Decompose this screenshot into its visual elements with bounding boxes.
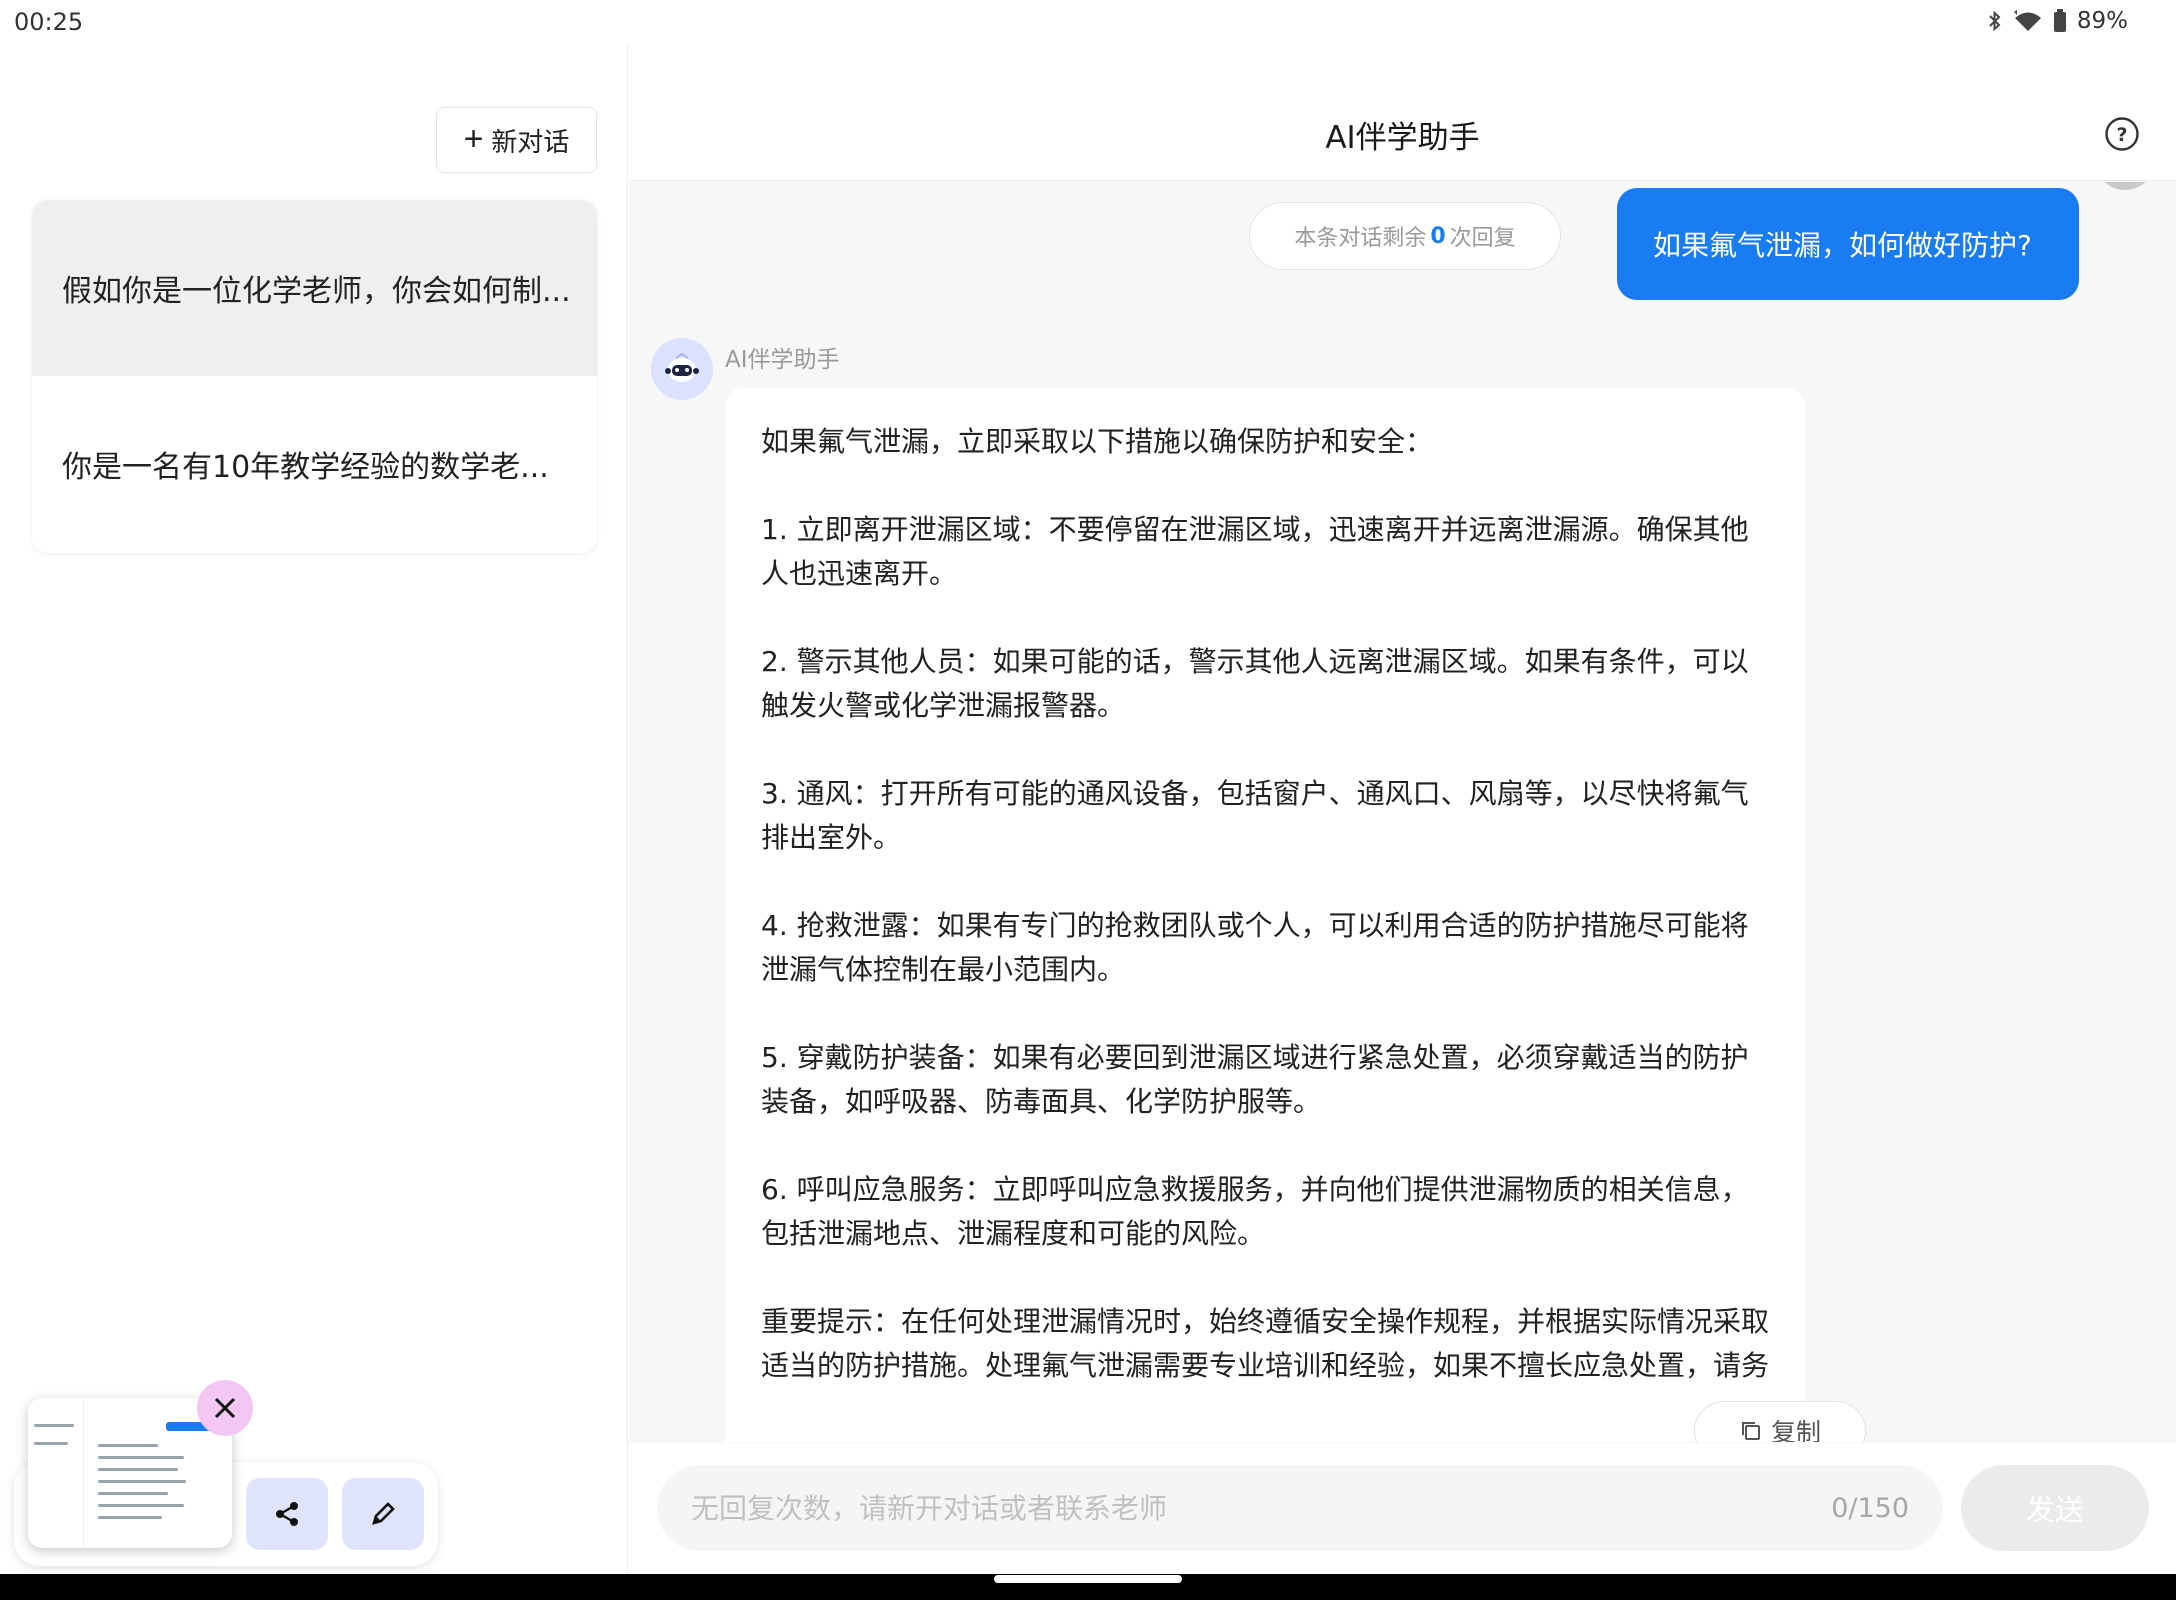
share-button[interactable] — [246, 1478, 328, 1550]
bot-avatar — [651, 338, 713, 400]
edit-button[interactable] — [342, 1478, 424, 1550]
message-list[interactable]: 本条对话剩余 0 次回复 如果氟气泄漏，如何做好防护? AI伴学助手 如果氟气泄漏，… — [629, 182, 2176, 1442]
plus-icon: + — [463, 119, 484, 158]
composer: 0/150 发送 — [629, 1443, 2176, 1574]
new-chat-label: 新对话 — [491, 126, 570, 157]
answer-paragraph: 3. 通风：打开所有可能的通风设备，包括窗户、通风口、风扇等，以尽快将氟气排出室… — [761, 777, 1749, 854]
copy-button[interactable]: 复制 — [1694, 1401, 1866, 1442]
thumbnail-line — [98, 1468, 178, 1471]
answer-paragraph: 如果氟气泄漏，立即采取以下措施以确保防护和安全： — [761, 425, 1434, 458]
user-message-text: 如果氟气泄漏，如何做好防护? — [1653, 229, 2032, 262]
user-message-bubble: 如果氟气泄漏，如何做好防护? — [1617, 188, 2079, 300]
close-thumbnail-button[interactable] — [197, 1380, 253, 1436]
send-button[interactable]: 发送 — [1961, 1465, 2149, 1551]
message-input[interactable] — [691, 1491, 1691, 1525]
page-title: AI伴学助手 — [1325, 120, 1480, 156]
robot-icon — [665, 352, 699, 382]
new-chat-button[interactable]: + 新对话 — [436, 107, 597, 173]
share-icon — [276, 1502, 298, 1526]
status-time: 00:25 — [14, 8, 84, 36]
close-icon — [214, 1397, 236, 1419]
chat-history-list: 假如你是一位化学老师，你会如何制... 你是一名有10年教学经验的数学老... — [32, 200, 597, 553]
message-input-wrapper: 0/150 — [657, 1465, 1943, 1551]
history-item[interactable]: 你是一名有10年教学经验的数学老... — [32, 376, 597, 552]
thumbnail-line — [98, 1444, 158, 1447]
history-item-title: 你是一名有10年教学经验的数学老... — [62, 450, 549, 485]
remaining-count: 0 — [1430, 223, 1446, 249]
top-bar: AI伴学助手 ? — [629, 44, 2176, 181]
system-nav-bar — [0, 1574, 2176, 1600]
copy-label: 复制 — [1770, 1418, 1821, 1442]
bluetooth-icon — [1987, 9, 2003, 33]
char-counter: 0/150 — [1831, 1492, 1909, 1524]
answer-paragraph: 2. 警示其他人员：如果可能的话，警示其他人远离泄漏区域。如果有条件，可以触发火… — [761, 645, 1749, 722]
history-item-title: 假如你是一位化学老师，你会如何制... — [62, 274, 571, 309]
help-icon: ? — [2105, 117, 2139, 151]
answer-paragraph: 重要提示：在任何处理泄漏情况时，始终遵循安全操作规程，并根据实际情况采取适当的防… — [761, 1305, 1770, 1382]
thumbnail-line — [98, 1456, 184, 1459]
status-bar: 00:25 89% — [0, 0, 2176, 44]
answer-paragraph: 6. 呼叫应急服务：立即呼叫应急救援服务，并向他们提供泄漏物质的相关信息，包括泄… — [761, 1173, 1749, 1250]
history-item[interactable]: 假如你是一位化学老师，你会如何制... — [32, 200, 597, 376]
answer-paragraph: 5. 穿戴防护装备：如果有必要回到泄漏区域进行紧急处置，必须穿戴适当的防护装备，… — [761, 1041, 1749, 1118]
thumbnail-line — [34, 1424, 74, 1427]
home-handle[interactable] — [994, 1575, 1182, 1583]
sidebar: + 新对话 假如你是一位化学老师，你会如何制... 你是一名有10年教学经验的数… — [0, 44, 628, 1574]
status-icons: 89% — [1987, 8, 2128, 34]
thumbnail-line — [98, 1504, 184, 1507]
remaining-replies-badge: 本条对话剩余 0 次回复 — [1249, 202, 1561, 270]
remaining-suffix: 次回复 — [1449, 226, 1516, 251]
bot-name: AI伴学助手 — [725, 347, 840, 373]
copy-icon — [1741, 1422, 1760, 1440]
remaining-prefix: 本条对话剩余 — [1294, 226, 1427, 251]
thumbnail-sidebar — [28, 1398, 84, 1548]
answer-paragraph: 4. 抢救泄露：如果有专门的抢救团队或个人，可以利用合适的防护措施尽可能将泄漏气… — [761, 909, 1749, 986]
thumbnail-line — [34, 1442, 68, 1445]
svg-text:?: ? — [2116, 124, 2127, 146]
wifi-icon — [2013, 10, 2043, 32]
chat-panel: AI伴学助手 ? 本条对话剩余 0 次回复 如果氟气泄漏，如何做好防护? AI伴学助… — [629, 44, 2176, 1574]
thumbnail-line — [98, 1480, 186, 1483]
battery-icon — [2053, 9, 2067, 33]
thumbnail-line — [98, 1492, 168, 1495]
answer-paragraph: 1. 立即离开泄漏区域：不要停留在泄漏区域，迅速离开并远离泄漏源。确保其他人也迅… — [761, 513, 1749, 590]
pencil-icon — [372, 1502, 395, 1525]
thumbnail-line — [98, 1516, 162, 1519]
battery-percent: 89% — [2076, 8, 2128, 34]
assistant-message-bubble: 如果氟气泄漏，立即采取以下措施以确保防护和安全： 1. 立即离开泄漏区域：不要停… — [725, 388, 1866, 1442]
user-avatar — [2095, 182, 2155, 190]
help-button[interactable]: ? — [2104, 116, 2140, 152]
